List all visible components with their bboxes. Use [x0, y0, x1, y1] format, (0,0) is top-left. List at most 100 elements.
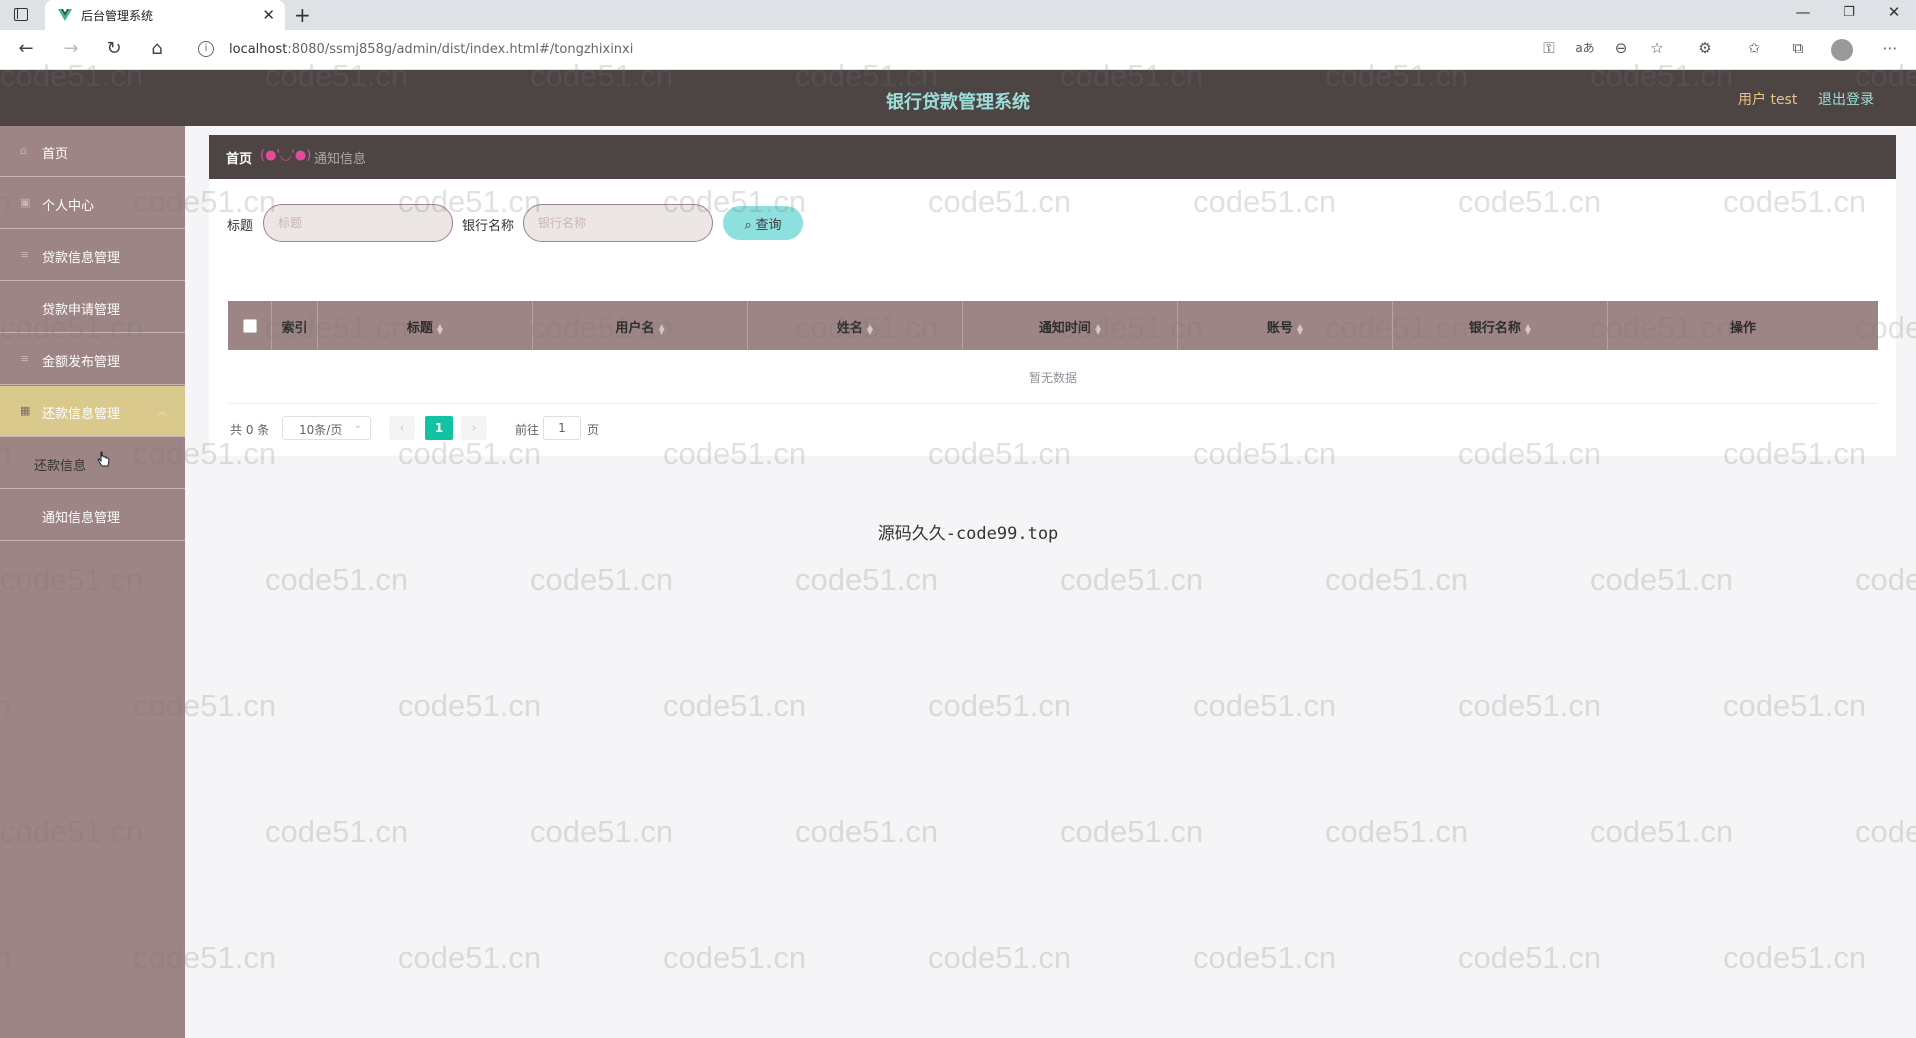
tab-close-icon[interactable]: ✕ — [262, 6, 275, 24]
table-header: 索引 标题 ▲ ▼ 用户名 ▲ ▼ 姓名 ▲ ▼ 通知时间 ▲ ▼ 账号 ▲ ▼ 银行名称 ▲ ▼ 操作 — [228, 301, 1878, 350]
watermark-text: code51.cn — [265, 814, 409, 849]
logout-link[interactable]: 退出登录 — [1818, 89, 1874, 109]
collections-icon[interactable]: ⧉ — [1786, 39, 1810, 57]
sidebar-item-amount-release[interactable]: ≡ 金额发布管理 — [0, 334, 185, 385]
column-header-index: 索引 — [272, 301, 318, 350]
watermark-text: code51.cn — [398, 688, 542, 723]
window-close-icon[interactable]: ✕ — [1879, 3, 1909, 21]
more-icon[interactable]: ⋯ — [1878, 39, 1902, 57]
url-path: :8080/ssmj858g/admin/dist/index.html#/to… — [287, 42, 634, 57]
column-header-notice-time[interactable]: 通知时间 ▲ ▼ — [963, 301, 1178, 350]
page-size-select[interactable]: 10条/页 ⌄ — [282, 416, 371, 440]
bank-filter-label: 银行名称 — [462, 219, 515, 234]
zoom-out-icon[interactable]: ⊖ — [1609, 39, 1633, 57]
sidebar: ⌂ 首页 ▣ 个人中心 ≡ 贷款信息管理 贷款申请管理 ≡ 金额发布管理 ▦ 还… — [0, 126, 185, 1038]
pagination-total: 共 0 条 — [230, 423, 270, 437]
sort-icon[interactable]: ▲ ▼ — [867, 322, 873, 335]
browser-tabbar: 后台管理系统 ✕ + — ❐ ✕ — [0, 0, 1916, 30]
site-info-icon[interactable]: i — [198, 41, 214, 57]
vue-logo-icon — [58, 9, 72, 21]
app-title: 银行贷款管理系统 — [886, 92, 1030, 113]
sidebar-item-loan-application[interactable]: 贷款申请管理 — [0, 282, 185, 333]
column-header-name[interactable]: 姓名 ▲ ▼ — [748, 301, 963, 350]
reload-icon[interactable]: ↻ — [100, 38, 128, 59]
key-icon[interactable]: ⚿ — [1537, 39, 1561, 57]
watermark-text: code51.cn — [795, 814, 939, 849]
read-aloud-icon[interactable]: aあ — [1573, 39, 1597, 56]
watermark-text: code51.cn — [1590, 562, 1734, 597]
watermark-text: code51.cn — [1325, 562, 1469, 597]
sidebar-item-loan-info[interactable]: ≡ 贷款信息管理 — [0, 230, 185, 281]
tab-title: 后台管理系统 — [81, 9, 154, 23]
page-size-value: 10条/页 — [299, 423, 343, 437]
sidebar-item-label: 个人中心 — [42, 199, 95, 214]
sidebar-item-repayment[interactable]: ▦ 还款信息管理 ︿ — [0, 386, 185, 437]
watermark-text: code51.cn — [1193, 688, 1337, 723]
watermark-text: code51.cn — [795, 562, 939, 597]
sidebar-item-label: 还款信息管理 — [42, 407, 121, 422]
search-button[interactable]: ⌕ 查询 — [723, 206, 803, 240]
watermark-text: code51.cn — [1590, 814, 1734, 849]
column-header-title[interactable]: 标题 ▲ ▼ — [318, 301, 533, 350]
page-suffix: 页 — [587, 423, 600, 437]
extensions-icon[interactable]: ⚙ — [1693, 39, 1717, 57]
sidebar-item-label: 贷款信息管理 — [42, 251, 121, 266]
minimize-icon[interactable]: — — [1788, 3, 1818, 21]
breadcrumb: 首页 (●'◡'●) 通知信息 — [209, 135, 1896, 179]
watermark-text: code51.cn — [1723, 688, 1867, 723]
forward-icon[interactable]: → — [57, 38, 85, 59]
column-label: 索引 — [281, 321, 308, 336]
sort-icon[interactable]: ▲ ▼ — [437, 322, 443, 335]
table-empty-row: 暂无数据 — [228, 350, 1878, 404]
user-icon: ▣ — [20, 196, 31, 209]
watermark-text: code51.cn — [928, 688, 1072, 723]
watermark-text: code51.cn — [530, 814, 674, 849]
search-icon: ⌕ — [744, 216, 756, 232]
column-header-bank-name[interactable]: 银行名称 ▲ ▼ — [1393, 301, 1608, 350]
bank-filter-input[interactable] — [523, 204, 713, 242]
chevron-down-icon: ⌄ — [353, 420, 362, 431]
url-field[interactable]: localhost:8080/ssmj858g/admin/dist/index… — [229, 42, 633, 57]
column-header-username[interactable]: 用户名 ▲ ▼ — [533, 301, 748, 350]
favorite-add-icon[interactable]: ☆ — [1645, 39, 1669, 57]
sidebar-subitem-repayment-info[interactable]: 还款信息 — [0, 438, 185, 489]
url-host: localhost — [229, 42, 288, 57]
goto-page-input[interactable]: 1 — [543, 416, 581, 440]
sidebar-item-home[interactable]: ⌂ 首页 — [0, 126, 185, 177]
sort-icon[interactable]: ▲ ▼ — [658, 322, 664, 335]
chevron-up-icon: ︿ — [157, 407, 167, 418]
sidebar-item-label: 还款信息 — [34, 459, 87, 474]
next-page-button[interactable]: › — [461, 416, 487, 440]
watermark-text: code51.cn — [1325, 814, 1469, 849]
title-filter-input[interactable] — [263, 204, 453, 242]
prev-page-button[interactable]: ‹ — [389, 416, 415, 440]
column-label: 通知时间 — [1038, 321, 1091, 336]
favorites-icon[interactable]: ✩ — [1742, 39, 1766, 57]
home-nav-icon[interactable]: ⌂ — [143, 38, 171, 59]
sidebar-item-label: 首页 — [42, 147, 69, 162]
watermark-text: code51.cn — [1855, 814, 1916, 849]
sort-icon[interactable]: ▲ ▼ — [1297, 322, 1303, 335]
back-icon[interactable]: ← — [12, 38, 40, 59]
mouse-cursor-icon — [97, 451, 110, 467]
sort-icon[interactable]: ▲ ▼ — [1095, 322, 1101, 335]
watermark-text: code51.cn — [1060, 562, 1204, 597]
new-tab-icon[interactable]: + — [294, 3, 311, 27]
sort-icon[interactable]: ▲ ▼ — [1525, 322, 1531, 335]
watermark-text: code51.cn — [1060, 814, 1204, 849]
watermark-text: code51.cn — [1193, 940, 1337, 975]
sidebar-item-profile[interactable]: ▣ 个人中心 — [0, 178, 185, 229]
watermark-text: code51.cn — [663, 940, 807, 975]
select-all-checkbox[interactable] — [243, 319, 257, 333]
footer-label: 源码久久-code99.top — [877, 524, 1059, 544]
window-menu-icon[interactable] — [14, 8, 28, 21]
watermark-text: code51.cn — [530, 562, 674, 597]
profile-avatar[interactable] — [1831, 39, 1853, 61]
breadcrumb-home[interactable]: 首页 — [226, 148, 252, 167]
column-header-account[interactable]: 账号 ▲ ▼ — [1178, 301, 1393, 350]
watermark-text: code51.cn — [1855, 562, 1916, 597]
page-number-button[interactable]: 1 — [425, 416, 453, 440]
browser-tab[interactable]: 后台管理系统 ✕ — [45, 0, 285, 30]
restore-icon[interactable]: ❐ — [1834, 5, 1864, 20]
user-label: 用户 test — [1738, 92, 1798, 108]
